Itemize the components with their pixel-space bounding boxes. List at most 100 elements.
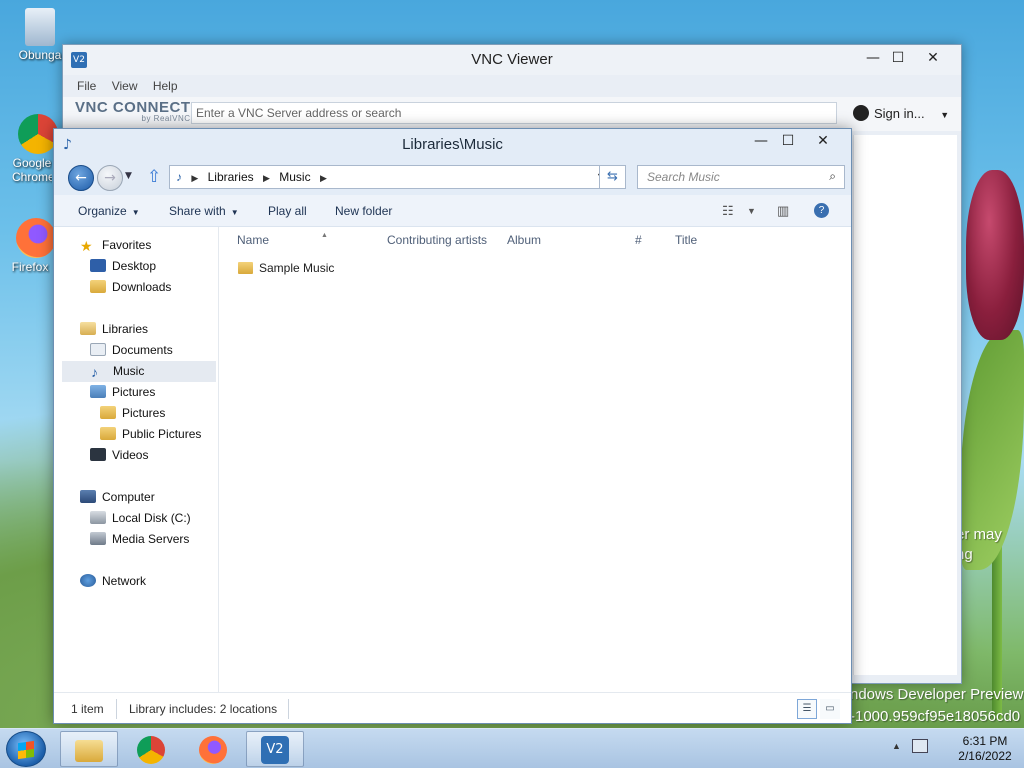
star-icon: ★ [80,238,93,254]
share-with-menu[interactable]: Share with ▼ [169,204,239,218]
column-header-contributing-artists[interactable]: Contributing artists [387,233,487,247]
nav-pictures-folder[interactable]: Pictures [100,403,165,424]
help-icon[interactable]: ? [814,203,829,218]
view-options-icon[interactable]: ☷ [722,203,734,219]
nav-label: Documents [112,343,173,357]
forward-button[interactable]: → [97,165,123,191]
breadcrumb-separator-icon[interactable]: ▶ [320,173,327,183]
up-arrow-icon[interactable]: ⇧ [147,167,161,187]
nav-computer[interactable]: Computer [80,487,155,508]
chevron-down-icon: ▼ [940,110,950,120]
vnc-menu-file[interactable]: File [77,79,96,93]
vnc-maximize-button[interactable]: ☐ [883,48,913,68]
clock[interactable]: 6:31 PM 2/16/2022 [946,734,1024,764]
breadcrumb-separator-icon[interactable]: ▶ [263,173,270,183]
taskbar-chrome[interactable] [122,731,180,767]
start-button[interactable] [6,731,46,767]
explorer-maximize-button[interactable]: ☐ [773,131,803,151]
new-folder-button[interactable]: New folder [335,204,392,218]
sort-ascending-icon: ▲ [321,232,328,239]
nav-media-servers[interactable]: Media Servers [90,529,189,550]
nav-network[interactable]: Network [80,571,146,592]
chevron-down-icon: ▼ [230,208,239,217]
show-hidden-icons-icon[interactable]: ▲ [892,741,901,751]
column-header-number[interactable]: # [635,233,642,247]
vnc-titlebar[interactable]: V2 VNC Viewer — ☐ ✕ [63,45,961,75]
vnc-menu-view[interactable]: View [112,79,138,93]
nav-label: Network [102,574,147,588]
library-locations-link[interactable]: Library includes: 2 locations [129,702,277,716]
firefox-icon [16,218,56,258]
vnc-search-input[interactable]: Enter a VNC Server address or search [191,102,837,124]
nav-label: Desktop [112,259,157,273]
network-tray-icon[interactable] [912,739,928,753]
nav-pictures[interactable]: Pictures [90,382,155,403]
chevron-down-icon: ▼ [131,208,140,217]
desktop-icon-recycle-bin[interactable]: Obunga [14,8,66,62]
vnc-menu-help[interactable]: Help [153,79,178,93]
status-bar: 1 item Library includes: 2 locations ☰ ▭ [54,692,851,723]
nav-libraries[interactable]: Libraries [80,319,148,340]
nav-videos[interactable]: Videos [90,445,148,466]
nav-label: Public Pictures [122,427,202,441]
nav-favorites[interactable]: ★ Favorites [80,235,151,256]
recent-locations-chevron-icon[interactable]: ▼ [125,171,132,181]
breadcrumb-separator-icon[interactable]: ▶ [191,173,198,183]
nav-music[interactable]: ♪ Music [62,361,216,382]
nav-public-pictures[interactable]: Public Pictures [100,424,201,445]
videos-icon [90,448,106,461]
breadcrumb-music[interactable]: Music [279,170,310,184]
breadcrumb-libraries[interactable]: Libraries [208,170,254,184]
large-icons-view-button[interactable]: ▭ [820,699,840,719]
chrome-icon [137,736,165,764]
vnc-icon: V2 [261,736,289,764]
search-music-input[interactable]: Search Music ⌕ [637,165,845,189]
pictures-icon [90,385,106,398]
refresh-button[interactable]: ⇆ [599,165,626,189]
column-header-title[interactable]: Title [675,233,697,247]
item-name: Sample Music [259,261,335,275]
vnc-window-title: VNC Viewer [471,51,553,68]
taskbar: V2 ▲ 6:31 PM 2/16/2022 [0,728,1024,768]
column-header-album[interactable]: Album [507,233,541,247]
watermark-line: er may [956,526,1002,543]
address-bar[interactable]: ♪ ▶ Libraries ▶ Music ▶ ▼ [169,165,612,189]
column-header-name[interactable]: Name ▲ [237,232,328,247]
folder-icon [100,427,116,440]
user-icon [853,105,869,121]
vnc-connect-logo: VNC CONNECT by RealVNC [75,99,191,123]
taskbar-firefox[interactable] [184,731,242,767]
details-view-button[interactable]: ☰ [797,699,817,719]
play-all-button[interactable]: Play all [268,204,307,218]
taskbar-file-explorer[interactable] [60,731,118,767]
taskbar-vnc-viewer[interactable]: V2 [246,731,304,767]
nav-label: Music [113,364,145,378]
nav-desktop[interactable]: Desktop [90,256,156,277]
organize-menu[interactable]: Organize ▼ [78,204,140,218]
desktop-icon-label: Obunga [18,48,62,62]
folder-icon [238,262,253,274]
explorer-titlebar[interactable]: ♪ Libraries\Music — ☐ ✕ [54,129,851,161]
nav-documents[interactable]: Documents [90,340,173,361]
music-icon: ♪ [91,364,98,380]
vnc-menubar: File View Help [63,75,961,97]
explorer-window-title: Libraries\Music [402,136,503,153]
desktop-icon-label: Google Chrome [12,156,52,184]
nav-downloads[interactable]: Downloads [90,277,171,298]
list-item[interactable]: Sample Music [238,261,334,275]
back-button[interactable]: ← [68,165,94,191]
clock-time: 6:31 PM [962,734,1008,748]
explorer-close-button[interactable]: ✕ [808,131,838,151]
nav-local-disk[interactable]: Local Disk (C:) [90,508,191,529]
desktop-icon-label: Firefox [11,260,49,274]
media-server-icon [90,532,106,545]
vnc-sign-in-button[interactable]: Sign in... ▼ [853,105,949,121]
explorer-minimize-button[interactable]: — [746,131,776,151]
preview-pane-icon[interactable]: ▥ [777,203,789,219]
tulip-flower [966,170,1024,340]
explorer-window: ♪ Libraries\Music — ☐ ✕ ← → ▼ ⇧ ♪ ▶ Libr… [53,128,852,724]
view-dropdown-icon[interactable]: ▼ [747,206,756,216]
vnc-close-button[interactable]: ✕ [918,48,948,68]
nav-label: Libraries [102,322,149,336]
nav-label: Favorites [102,238,152,252]
